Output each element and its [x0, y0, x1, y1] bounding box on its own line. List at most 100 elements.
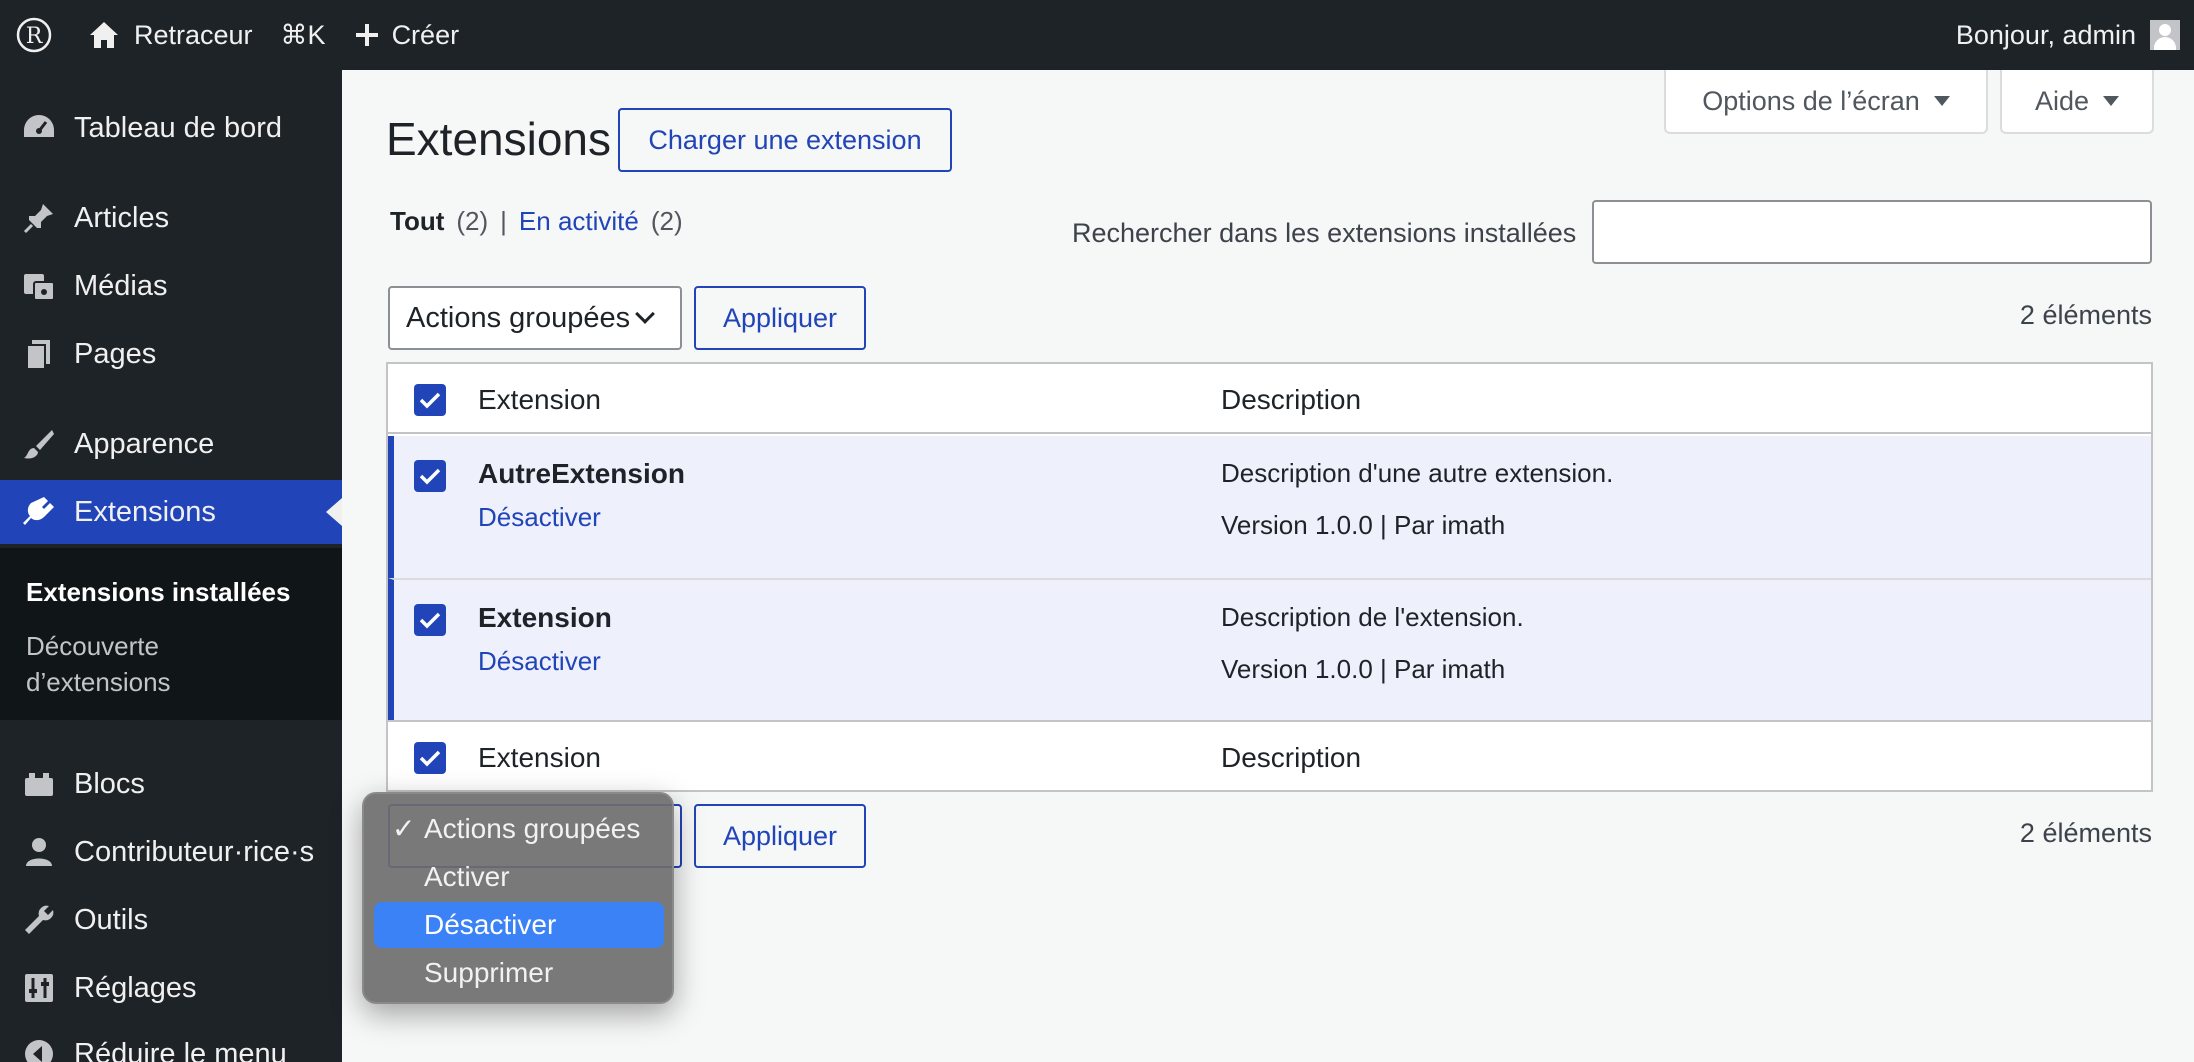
plugin-icon	[20, 493, 58, 531]
plugin-meta: Version 1.0.0 | Par imath	[1221, 510, 1506, 540]
sidebar-item-pages[interactable]: Pages	[0, 322, 342, 386]
deactivate-link[interactable]: Désactiver	[478, 646, 601, 677]
plugin-name: Extension	[478, 602, 612, 633]
plugin-meta: Version 1.0.0 | Par imath	[1221, 654, 1506, 684]
check-icon	[419, 468, 441, 485]
submenu-item-discover-line2: d’extensions	[26, 667, 171, 697]
settings-icon	[20, 969, 58, 1007]
column-footer-description: Description	[1221, 742, 1362, 773]
filter-active-count: (2)	[650, 206, 683, 236]
dashboard-icon	[20, 109, 58, 147]
filter-all-label[interactable]: Tout	[390, 206, 444, 237]
dropdown-option-label: Activer	[424, 861, 510, 892]
new-content-label: Créer	[391, 19, 460, 50]
filter-active-link[interactable]: En activité	[519, 206, 639, 237]
items-count-top: 2 éléments	[2019, 300, 2152, 330]
bulk-action-dropdown-menu: ✓ Actions groupées Activer Désactiver Su…	[362, 792, 674, 1004]
upload-plugin-button[interactable]: Charger une extension	[618, 108, 952, 172]
submenu-item-discover-line1: Découverte	[26, 631, 159, 661]
check-icon	[419, 392, 441, 409]
site-logo-icon[interactable]: R	[0, 0, 74, 70]
deactivate-link[interactable]: Désactiver	[478, 502, 601, 533]
select-all-checkbox-footer[interactable]	[414, 742, 446, 774]
select-all-checkbox[interactable]	[414, 384, 446, 416]
collapse-icon	[20, 1035, 58, 1062]
search-label: Rechercher dans les extensions installée…	[1072, 218, 1577, 248]
plugin-name: AutreExtension	[478, 458, 685, 489]
sidebar-item-tools[interactable]: Outils	[0, 888, 342, 952]
apply-button-bottom[interactable]: Appliquer	[694, 804, 866, 868]
dropdown-option-activate[interactable]: Activer	[374, 854, 664, 900]
submenu-item-discover[interactable]: Découverte d’extensions	[26, 628, 171, 700]
plus-icon	[354, 22, 380, 48]
sidebar-item-label: Blocs	[74, 767, 145, 800]
sidebar-item-label: Pages	[74, 337, 157, 370]
chevron-down-icon	[635, 304, 655, 324]
column-header-extension[interactable]: Extension	[478, 384, 601, 416]
sidebar-item-media[interactable]: Médias	[0, 254, 342, 318]
sidebar-item-label: Réglages	[74, 971, 197, 1004]
check-icon	[419, 750, 441, 767]
sidebar-item-label: Extensions	[74, 495, 216, 528]
avatar	[2150, 20, 2180, 50]
dropdown-option-label: Supprimer	[424, 957, 554, 988]
sidebar-item-blocks[interactable]: Blocs	[0, 752, 342, 816]
account-menu[interactable]: Bonjour, admin	[1942, 0, 2194, 70]
sidebar-item-label: Tableau de bord	[74, 111, 282, 144]
dropdown-option-deactivate[interactable]: Désactiver	[374, 902, 664, 948]
bulk-action-value: Actions groupées	[406, 301, 631, 334]
items-count-bottom: 2 éléments	[2019, 818, 2152, 848]
blocks-icon	[20, 765, 58, 803]
svg-text:R: R	[26, 24, 44, 49]
sidebar-item-plugins[interactable]: Extensions	[0, 480, 342, 544]
site-home-link[interactable]: Retraceur	[74, 0, 267, 70]
submenu-item-installed[interactable]: Extensions installées	[26, 574, 290, 610]
admin-sidebar: Tableau de bord Articles Médias Pages Ap…	[0, 70, 342, 1062]
help-label: Aide	[2034, 85, 2090, 116]
sidebar-item-label: Apparence	[74, 427, 215, 460]
page-title: Extensions	[386, 113, 612, 165]
sidebar-item-users[interactable]: Contributeur·rice·s	[0, 820, 342, 884]
screen-options-button[interactable]: Options de l’écran	[1664, 70, 1988, 134]
new-content-button[interactable]: Créer	[340, 0, 474, 70]
row-checkbox[interactable]	[414, 604, 446, 636]
check-icon	[419, 612, 441, 629]
sidebar-item-posts[interactable]: Articles	[0, 186, 342, 250]
column-footer-extension[interactable]: Extension	[478, 742, 601, 774]
status-filters: Tout (2) | En activité (2)	[390, 206, 683, 237]
home-icon	[88, 20, 120, 50]
table-header: Extension Description	[388, 364, 2151, 434]
dropdown-option-bulk-actions[interactable]: ✓ Actions groupées	[374, 806, 664, 852]
user-icon	[20, 833, 58, 871]
apply-button-top[interactable]: Appliquer	[694, 286, 866, 350]
command-palette-shortcut[interactable]: ⌘K	[267, 0, 340, 70]
collapse-menu-button[interactable]: Réduire le menu	[0, 1022, 342, 1062]
plugin-search-input[interactable]	[1592, 200, 2152, 264]
sidebar-item-settings[interactable]: Réglages	[0, 956, 342, 1020]
plugin-description: Description de l'extension.	[1221, 602, 1524, 632]
plugin-description: Description d'une autre extension.	[1221, 458, 1614, 488]
sidebar-item-label: Articles	[74, 201, 170, 234]
sidebar-item-dashboard[interactable]: Tableau de bord	[0, 96, 342, 160]
sidebar-item-label: Outils	[74, 903, 149, 936]
greeting-text: Bonjour, admin	[1955, 19, 2136, 50]
dropdown-option-label: Actions groupées	[424, 813, 641, 844]
triangle-down-icon	[2103, 96, 2120, 106]
dropdown-option-label: Désactiver	[424, 909, 557, 940]
column-header-description: Description	[1221, 384, 1362, 415]
plugins-table: Extension Description AutreExtension Dés…	[386, 362, 2153, 792]
table-row: AutreExtension Désactiver Description d'…	[388, 436, 2151, 578]
table-footer: Extension Description	[388, 720, 2151, 790]
row-checkbox[interactable]	[414, 460, 446, 492]
pushpin-icon	[20, 199, 58, 237]
sidebar-item-label: Réduire le menu	[74, 1037, 287, 1062]
media-icon	[20, 267, 58, 305]
bulk-action-select-top[interactable]: Actions groupées	[388, 286, 682, 350]
help-button[interactable]: Aide	[2000, 70, 2154, 134]
brush-icon	[20, 425, 58, 463]
dropdown-option-delete[interactable]: Supprimer	[374, 950, 664, 996]
wrench-icon	[20, 901, 58, 939]
sidebar-item-appearance[interactable]: Apparence	[0, 412, 342, 476]
plugins-submenu: Extensions installées Découverte d’exten…	[0, 548, 342, 720]
filter-all-count: (2)	[456, 206, 489, 236]
